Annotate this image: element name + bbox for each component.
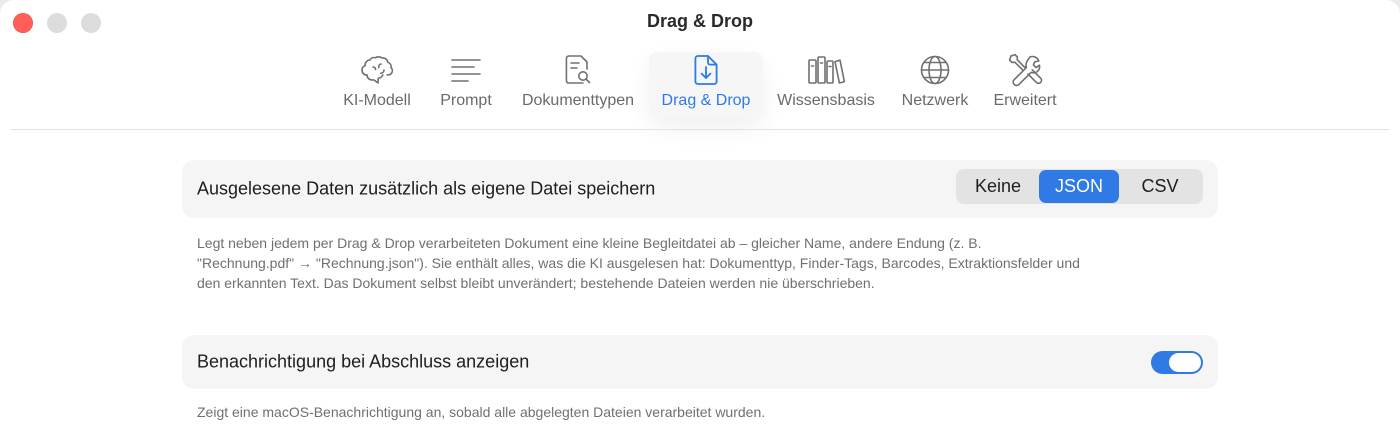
window-title: Drag & Drop [646, 11, 753, 31]
description-line: den erkannten Text. Das Dokument selbst … [197, 275, 875, 291]
tab-netzwerk[interactable]: Netzwerk [893, 52, 977, 118]
tab-dokumenttypen[interactable]: Dokumenttypen [514, 52, 642, 118]
preferences-toolbar: KI-Modell Prompt Dokumenttypen Drag & Dr… [0, 49, 1400, 121]
description-line: "Rechnung.pdf" → "Rechnung.json"). Sie e… [197, 255, 1080, 271]
toggle-knob [1169, 353, 1201, 372]
save-data-description: Legt neben jedem per Drag & Drop verarbe… [197, 233, 1217, 293]
tab-label: KI-Modell [343, 92, 411, 109]
format-option-csv[interactable]: CSV [1119, 170, 1201, 203]
tab-label: Drag & Drop [661, 92, 751, 109]
tab-ki-modell[interactable]: KI-Modell [335, 52, 419, 118]
tab-label: Netzwerk [901, 92, 969, 109]
notification-toggle[interactable] [1151, 351, 1203, 374]
tools-icon [1005, 52, 1045, 88]
tab-drag-and-drop[interactable]: Drag & Drop [649, 52, 763, 118]
toolbar-divider [11, 129, 1389, 130]
tab-erweitert[interactable]: Erweitert [986, 52, 1064, 118]
tab-label: Wissensbasis [777, 92, 875, 109]
save-format-segmented-control: Keine JSON CSV [956, 169, 1203, 204]
format-option-json[interactable]: JSON [1039, 170, 1119, 203]
notification-setting-row: Benachrichtigung bei Abschluss anzeigen [182, 335, 1218, 389]
save-data-label: Ausgelesene Daten zusätzlich als eigene … [197, 178, 656, 199]
tab-label: Dokumenttypen [521, 92, 635, 109]
text-lines-icon [446, 52, 486, 88]
tab-label: Prompt [440, 92, 492, 109]
tab-prompt[interactable]: Prompt [432, 52, 500, 118]
tab-label: Erweitert [993, 92, 1057, 109]
settings-window: Drag & Drop KI-Modell Prompt Dokumenttyp… [0, 0, 1400, 439]
save-data-setting-row: Ausgelesene Daten zusätzlich als eigene … [182, 160, 1218, 218]
document-download-icon [686, 52, 726, 88]
books-icon [806, 52, 846, 88]
description-line: Legt neben jedem per Drag & Drop verarbe… [197, 235, 982, 251]
tab-wissensbasis[interactable]: Wissensbasis [771, 52, 881, 118]
document-search-icon [558, 52, 598, 88]
notification-description: Zeigt eine macOS-Benachrichtigung an, so… [197, 404, 766, 420]
brain-icon [357, 52, 397, 88]
format-option-keine[interactable]: Keine [957, 170, 1039, 203]
globe-icon [915, 52, 955, 88]
notification-label: Benachrichtigung bei Abschluss anzeigen [197, 351, 530, 372]
